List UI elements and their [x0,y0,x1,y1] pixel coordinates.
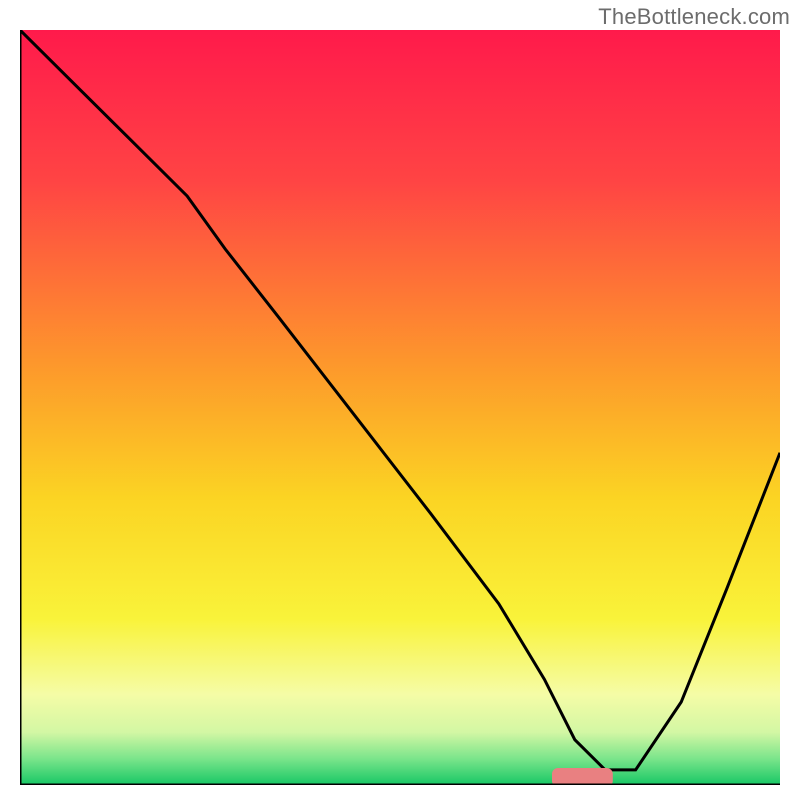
optimal-marker [552,768,613,785]
plot-area [20,30,780,785]
chart-container: TheBottleneck.com [0,0,800,800]
watermark-text: TheBottleneck.com [598,4,790,30]
chart-svg [20,30,780,785]
